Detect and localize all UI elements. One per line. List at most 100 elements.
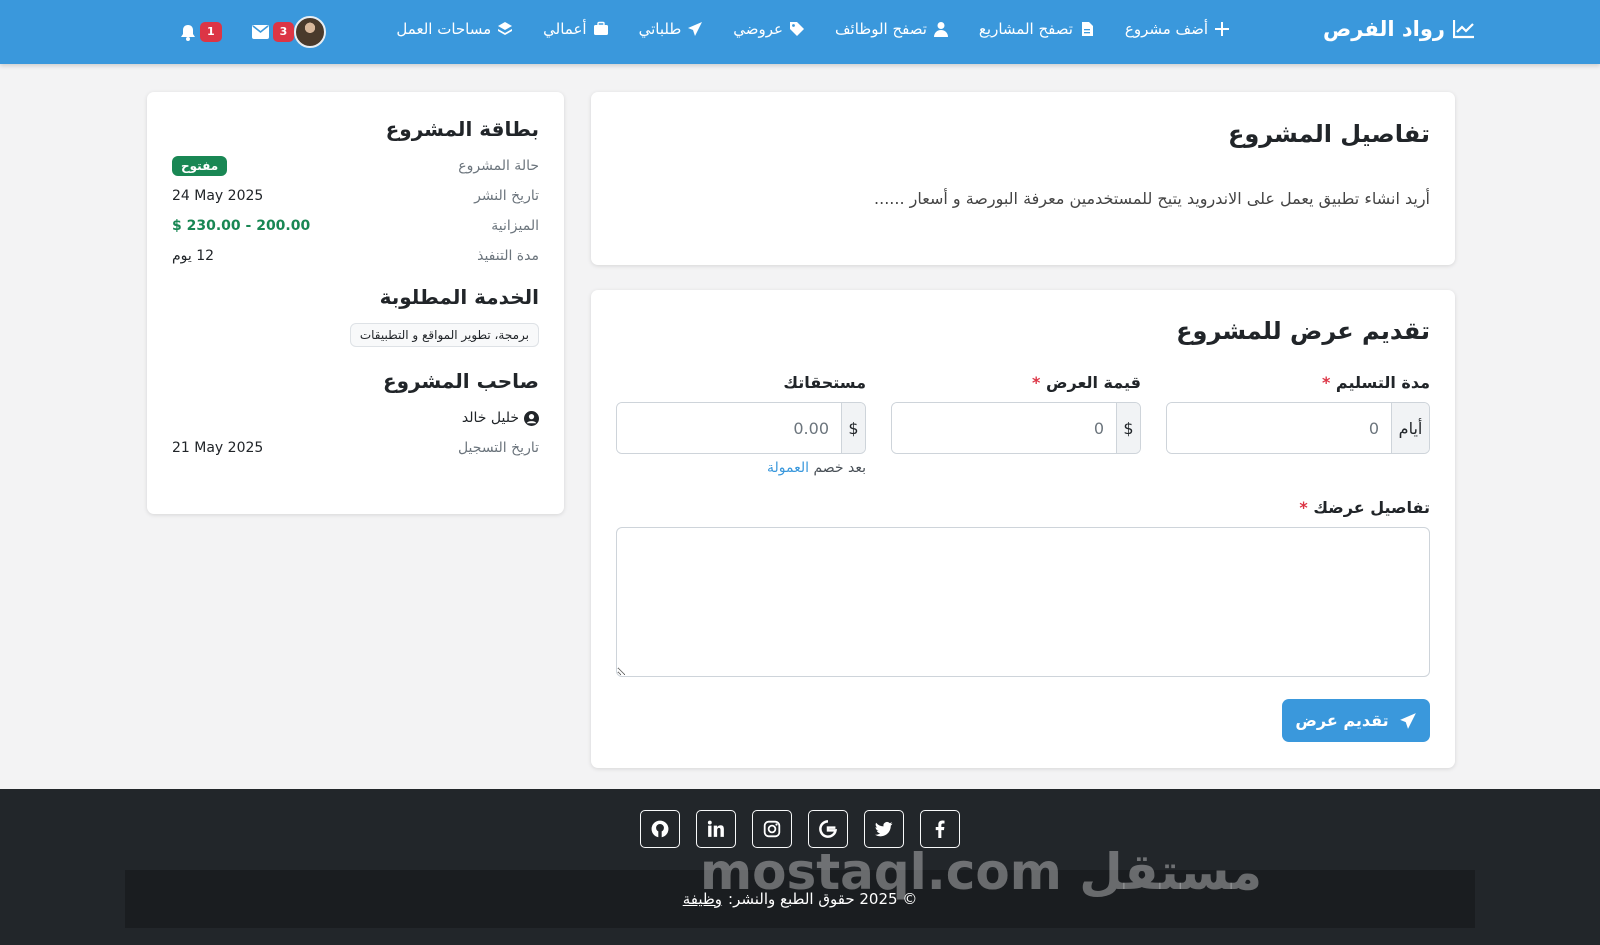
price-input[interactable] <box>892 403 1116 453</box>
nav-browse-projects-label: تصفح المشاريع <box>978 20 1073 38</box>
nav-browse-jobs-label: تصفح الوظائف <box>835 20 927 38</box>
notifications-count-badge: 1 <box>200 22 222 42</box>
envelope-icon <box>251 25 269 39</box>
nav-add-project-label: أضف مشروع <box>1124 20 1208 38</box>
twitter-icon <box>875 821 893 837</box>
duration-row: مدة التنفيذ 12 يوم <box>172 241 539 271</box>
commission-link[interactable]: العمولة <box>767 460 809 476</box>
project-details-title: تفاصيل المشروع <box>1227 120 1430 148</box>
delivery-required-mark: * <box>1321 373 1331 392</box>
nav-user-icons: 3 1 <box>148 16 327 48</box>
instagram-icon <box>763 820 781 838</box>
copyright-bar: © 2025 حقوق الطبع والنشر: وظيفة <box>125 870 1475 928</box>
registered-label: تاريخ التسجيل <box>457 440 539 456</box>
messages-count-badge: 3 <box>272 22 295 42</box>
nav-my-requests[interactable]: طلباتي <box>639 20 704 38</box>
github-button[interactable] <box>640 810 680 848</box>
owner-link[interactable]: خليل خالد <box>462 410 539 426</box>
service-tag[interactable]: برمجة، تطوير المواقع و التطبيقات <box>349 323 539 347</box>
user-circle-icon <box>524 410 539 426</box>
google-icon <box>819 820 837 838</box>
briefcase-icon <box>593 21 608 35</box>
social-links <box>0 810 1600 848</box>
service-title: الخدمة المطلوبة <box>379 285 539 309</box>
file-icon <box>1081 22 1093 36</box>
nav-my-offers-label: عروضي <box>733 20 783 38</box>
nav-workspaces-label: مساحات العمل <box>396 20 492 38</box>
twitter-button[interactable] <box>864 810 904 848</box>
plus-icon <box>1215 22 1229 36</box>
offer-details-textarea[interactable] <box>616 527 1430 677</box>
facebook-icon <box>935 820 945 838</box>
bell-icon <box>181 24 195 41</box>
delivery-input-group: أيام <box>1166 402 1430 454</box>
status-row: حالة المشروع مفتوح <box>172 151 539 181</box>
copyright-link[interactable]: وظيفة <box>683 890 722 908</box>
price-input-group: $ <box>891 402 1141 454</box>
earnings-label: مستحقاتك <box>783 373 866 392</box>
top-navbar: رواد الفرص أضف مشروع تصفح المشاريع تصفح … <box>0 0 1600 64</box>
linkedin-button[interactable] <box>696 810 736 848</box>
google-button[interactable] <box>808 810 848 848</box>
submit-offer-button[interactable]: تقديم عرض <box>1282 699 1430 742</box>
delivery-field-group: مدة التسليم * أيام <box>1166 373 1430 454</box>
site-footer: © 2025 حقوق الطبع والنشر: وظيفة <box>0 789 1600 945</box>
delivery-days-input[interactable] <box>1167 403 1391 453</box>
offer-details-label-text: تفاصيل عرضك <box>1313 498 1430 517</box>
user-tie-icon <box>933 22 948 37</box>
price-required-mark: * <box>1032 373 1041 392</box>
nav-my-requests-label: طلباتي <box>638 20 682 38</box>
brand-logo[interactable]: رواد الفرص <box>1323 17 1475 41</box>
published-label: تاريخ النشر <box>474 188 539 204</box>
paper-plane-icon <box>688 22 703 36</box>
price-dollar-addon: $ <box>1116 403 1140 453</box>
facebook-button[interactable] <box>920 810 960 848</box>
submit-offer-label: تقديم عرض <box>1295 711 1389 730</box>
user-avatar[interactable] <box>294 16 327 48</box>
earnings-dollar-addon: $ <box>841 403 865 453</box>
earnings-hint-text: بعد خصم <box>813 460 866 476</box>
notifications-button[interactable]: 1 <box>180 22 222 42</box>
project-details-card: تفاصيل المشروع أريد انشاء تطبيق يعمل على… <box>591 92 1455 265</box>
nav-add-project[interactable]: أضف مشروع <box>1125 20 1230 38</box>
submit-offer-title: تقديم عرض للمشروع <box>1176 317 1430 345</box>
published-date: 24 May 2025 <box>172 188 264 204</box>
submit-offer-card: تقديم عرض للمشروع مدة التسليم * أيام قيم… <box>591 290 1455 768</box>
brand-name: رواد الفرص <box>1323 17 1445 41</box>
tags-icon <box>790 22 804 36</box>
earnings-input[interactable] <box>617 403 841 453</box>
budget-label: الميزانية <box>491 218 539 234</box>
delivery-label-text: مدة التسليم <box>1335 373 1430 392</box>
nav-my-works[interactable]: أعمالي <box>543 20 608 38</box>
registered-row: تاريخ التسجيل 21 May 2025 <box>172 433 539 463</box>
project-card-title: بطاقة المشروع <box>385 117 539 141</box>
layers-icon <box>498 22 513 35</box>
nav-browse-projects[interactable]: تصفح المشاريع <box>979 20 1095 38</box>
messages-button[interactable]: 3 <box>251 22 295 42</box>
offer-details-group: تفاصيل عرضك * <box>616 498 1430 681</box>
paper-plane-icon <box>1399 712 1416 729</box>
service-tags: برمجة، تطوير المواقع و التطبيقات <box>172 323 539 347</box>
nav-browse-jobs[interactable]: تصفح الوظائف <box>835 20 949 38</box>
github-icon <box>651 820 669 838</box>
status-label: حالة المشروع <box>458 158 539 174</box>
delivery-label: مدة التسليم * <box>1322 373 1430 392</box>
budget-row: الميزانية $ 230.00 - 200.00 <box>172 211 539 241</box>
owner-title: صاحب المشروع <box>382 369 539 393</box>
earnings-field-group: مستحقاتك $ بعد خصم العمولة <box>616 373 866 476</box>
published-row: تاريخ النشر 24 May 2025 <box>172 181 539 211</box>
delivery-days-addon: أيام <box>1391 403 1429 453</box>
price-field-group: قيمة العرض * $ <box>891 373 1141 454</box>
offer-details-required-mark: * <box>1299 498 1308 517</box>
nav-menu: أضف مشروع تصفح المشاريع تصفح الوظائف عرو… <box>396 20 1230 38</box>
nav-my-offers[interactable]: عروضي <box>733 20 805 38</box>
status-badge: مفتوح <box>172 156 228 176</box>
budget-value: $ 230.00 - 200.00 <box>172 218 311 234</box>
owner-name: خليل خالد <box>461 410 519 426</box>
price-label-text: قيمة العرض <box>1045 373 1141 392</box>
price-label: قيمة العرض * <box>1032 373 1141 392</box>
instagram-button[interactable] <box>752 810 792 848</box>
nav-my-works-label: أعمالي <box>543 20 587 38</box>
nav-workspaces[interactable]: مساحات العمل <box>396 20 513 38</box>
project-info-list: حالة المشروع مفتوح تاريخ النشر 24 May 20… <box>172 151 539 271</box>
